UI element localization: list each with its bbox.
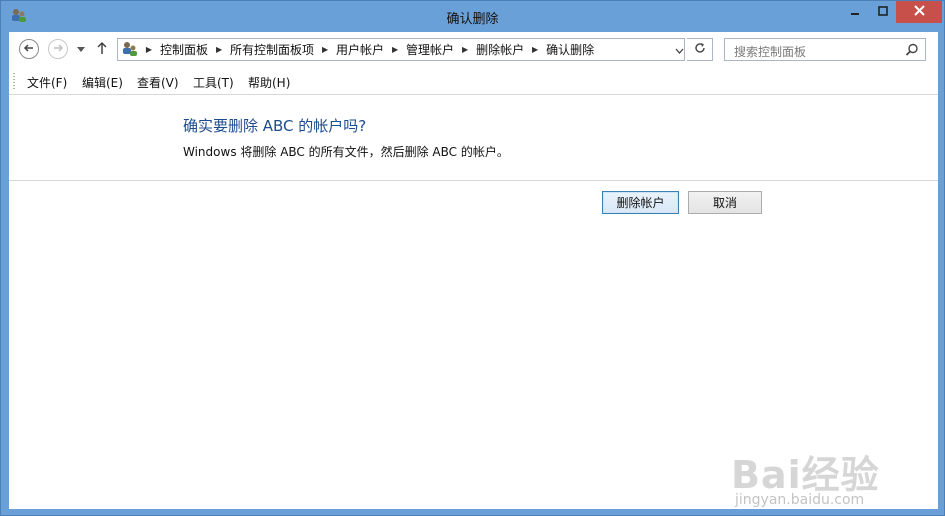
menu-item-view[interactable]: 查看(V) bbox=[137, 74, 179, 91]
maximize-button[interactable] bbox=[869, 1, 896, 23]
address-bar[interactable]: ▶ 控制面板 ▶ 所有控制面板项 ▶ 用户帐户 ▶ 管理帐户 ▶ 删除帐户 ▶ … bbox=[117, 38, 685, 61]
refresh-button[interactable] bbox=[687, 38, 713, 61]
search-icon[interactable] bbox=[905, 43, 919, 57]
divider bbox=[9, 180, 938, 181]
search-box[interactable]: 搜索控制面板 bbox=[724, 38, 926, 61]
menu-item-edit[interactable]: 编辑(E) bbox=[82, 74, 123, 91]
search-placeholder[interactable]: 搜索控制面板 bbox=[734, 43, 806, 60]
refresh-icon bbox=[694, 42, 706, 57]
breadcrumb-item[interactable]: 用户帐户 bbox=[332, 41, 388, 58]
recent-locations-button[interactable] bbox=[75, 43, 87, 55]
menu-bar: 文件(F) 编辑(E) 查看(V) 工具(T) 帮助(H) bbox=[9, 68, 938, 95]
window-frame: 确认删除 ▶ 控制面板 ▶ 所有控制面板项 ▶ 用户帐户 ▶ 管理帐户 ▶ 删除… bbox=[0, 0, 945, 516]
menu-grip-icon bbox=[13, 73, 15, 90]
menu-item-help[interactable]: 帮助(H) bbox=[248, 74, 290, 91]
breadcrumb-separator-icon[interactable]: ▶ bbox=[212, 45, 226, 54]
address-dropdown-button[interactable] bbox=[672, 39, 686, 60]
breadcrumb-separator-icon: ▶ bbox=[145, 45, 153, 54]
breadcrumb-item-current[interactable]: 确认删除 bbox=[542, 41, 598, 58]
forward-button[interactable] bbox=[48, 39, 68, 59]
page-description: Windows 将删除 ABC 的所有文件，然后删除 ABC 的帐户。 bbox=[183, 145, 509, 159]
menu-item-tools[interactable]: 工具(T) bbox=[193, 74, 234, 91]
maximize-icon bbox=[877, 5, 888, 19]
control-panel-icon bbox=[121, 41, 139, 58]
cancel-button[interactable]: 取消 bbox=[688, 191, 762, 214]
breadcrumb-separator-icon[interactable]: ▶ bbox=[458, 45, 472, 54]
up-button[interactable] bbox=[95, 41, 109, 57]
chevron-down-icon bbox=[675, 43, 684, 57]
title-bar[interactable]: 确认删除 bbox=[1, 1, 944, 32]
forward-arrow-icon bbox=[52, 42, 64, 57]
breadcrumb: ▶ 控制面板 ▶ 所有控制面板项 ▶ 用户帐户 ▶ 管理帐户 ▶ 删除帐户 ▶ … bbox=[142, 39, 598, 60]
up-arrow-icon bbox=[96, 41, 108, 58]
breadcrumb-separator-icon[interactable]: ▶ bbox=[318, 45, 332, 54]
minimize-icon bbox=[850, 5, 860, 19]
breadcrumb-separator-icon[interactable]: ▶ bbox=[388, 45, 402, 54]
delete-account-button[interactable]: 删除帐户 bbox=[602, 191, 679, 214]
breadcrumb-item[interactable]: 控制面板 bbox=[156, 41, 212, 58]
chevron-down-icon bbox=[77, 42, 85, 56]
close-button[interactable] bbox=[896, 1, 942, 23]
breadcrumb-item[interactable]: 删除帐户 bbox=[472, 41, 528, 58]
breadcrumb-item[interactable]: 所有控制面板项 bbox=[226, 41, 318, 58]
window-title: 确认删除 bbox=[446, 12, 499, 27]
watermark-logo: Bai经验 bbox=[731, 453, 880, 497]
client-area: ▶ 控制面板 ▶ 所有控制面板项 ▶ 用户帐户 ▶ 管理帐户 ▶ 删除帐户 ▶ … bbox=[9, 32, 938, 509]
close-icon bbox=[913, 5, 925, 19]
back-button[interactable] bbox=[19, 39, 39, 59]
navigation-bar: ▶ 控制面板 ▶ 所有控制面板项 ▶ 用户帐户 ▶ 管理帐户 ▶ 删除帐户 ▶ … bbox=[9, 32, 938, 68]
back-arrow-icon bbox=[23, 42, 35, 57]
breadcrumb-item[interactable]: 管理帐户 bbox=[402, 41, 458, 58]
watermark-url: jingyan.baidu.com bbox=[735, 492, 865, 508]
minimize-button[interactable] bbox=[841, 1, 869, 23]
menu-item-file[interactable]: 文件(F) bbox=[27, 74, 67, 91]
page-heading: 确实要删除 ABC 的帐户吗? bbox=[183, 117, 367, 135]
watermark: Bai经验 jingyan.baidu.com bbox=[731, 444, 931, 516]
breadcrumb-separator-icon[interactable]: ▶ bbox=[528, 45, 542, 54]
